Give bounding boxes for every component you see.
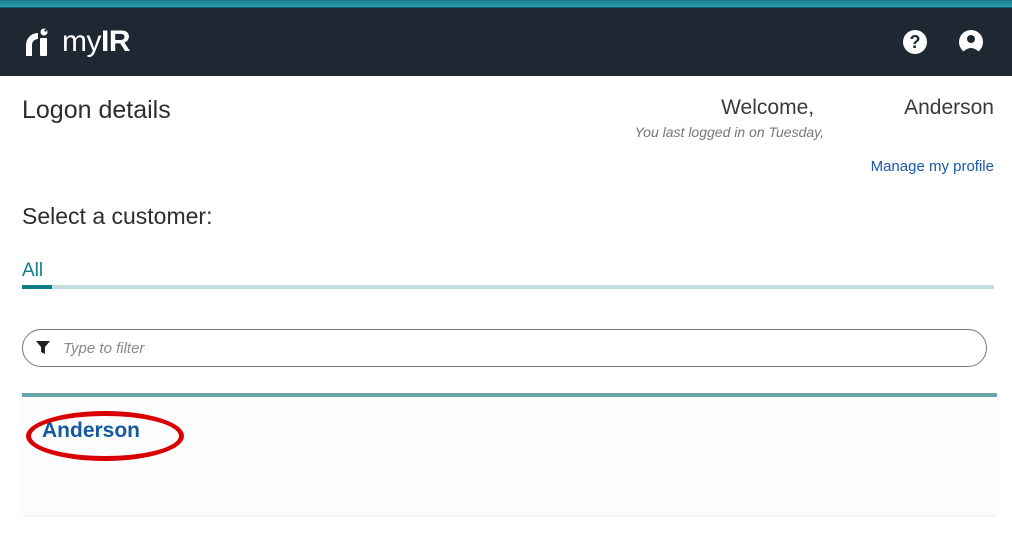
page-title: Logon details (22, 96, 171, 125)
user-info-block: Welcome, Anderson You last logged in on … (635, 96, 994, 175)
welcome-row: Welcome, Anderson (635, 96, 994, 120)
help-icon[interactable]: ? (902, 29, 928, 55)
brand-logo[interactable]: myIR (22, 25, 130, 59)
account-icon[interactable] (958, 29, 984, 55)
section-title: Select a customer: (22, 203, 994, 230)
customer-link[interactable]: Anderson (42, 419, 140, 443)
customer-list-panel: Anderson (22, 393, 997, 515)
tab-rail (22, 285, 994, 289)
filter-icon (36, 341, 50, 355)
top-accent-bar (0, 0, 1012, 8)
user-name: Anderson (904, 96, 994, 120)
logo-icon (22, 26, 54, 58)
tab-active-indicator (22, 285, 52, 289)
last-login-text: You last logged in on Tuesday, (635, 124, 994, 140)
tab-bar: All (22, 260, 994, 289)
main-content: Logon details Welcome, Anderson You last… (0, 76, 1012, 515)
app-header: myIR ? (0, 8, 1012, 76)
manage-profile-link[interactable]: Manage my profile (635, 158, 994, 175)
filter-input[interactable] (22, 329, 987, 367)
filter-container (22, 329, 994, 367)
header-actions: ? (902, 29, 984, 55)
svg-text:?: ? (910, 32, 921, 52)
title-row: Logon details Welcome, Anderson You last… (22, 96, 994, 175)
tab-all[interactable]: All (22, 260, 43, 287)
brand-text: myIR (62, 25, 130, 59)
welcome-label: Welcome, (721, 96, 814, 120)
